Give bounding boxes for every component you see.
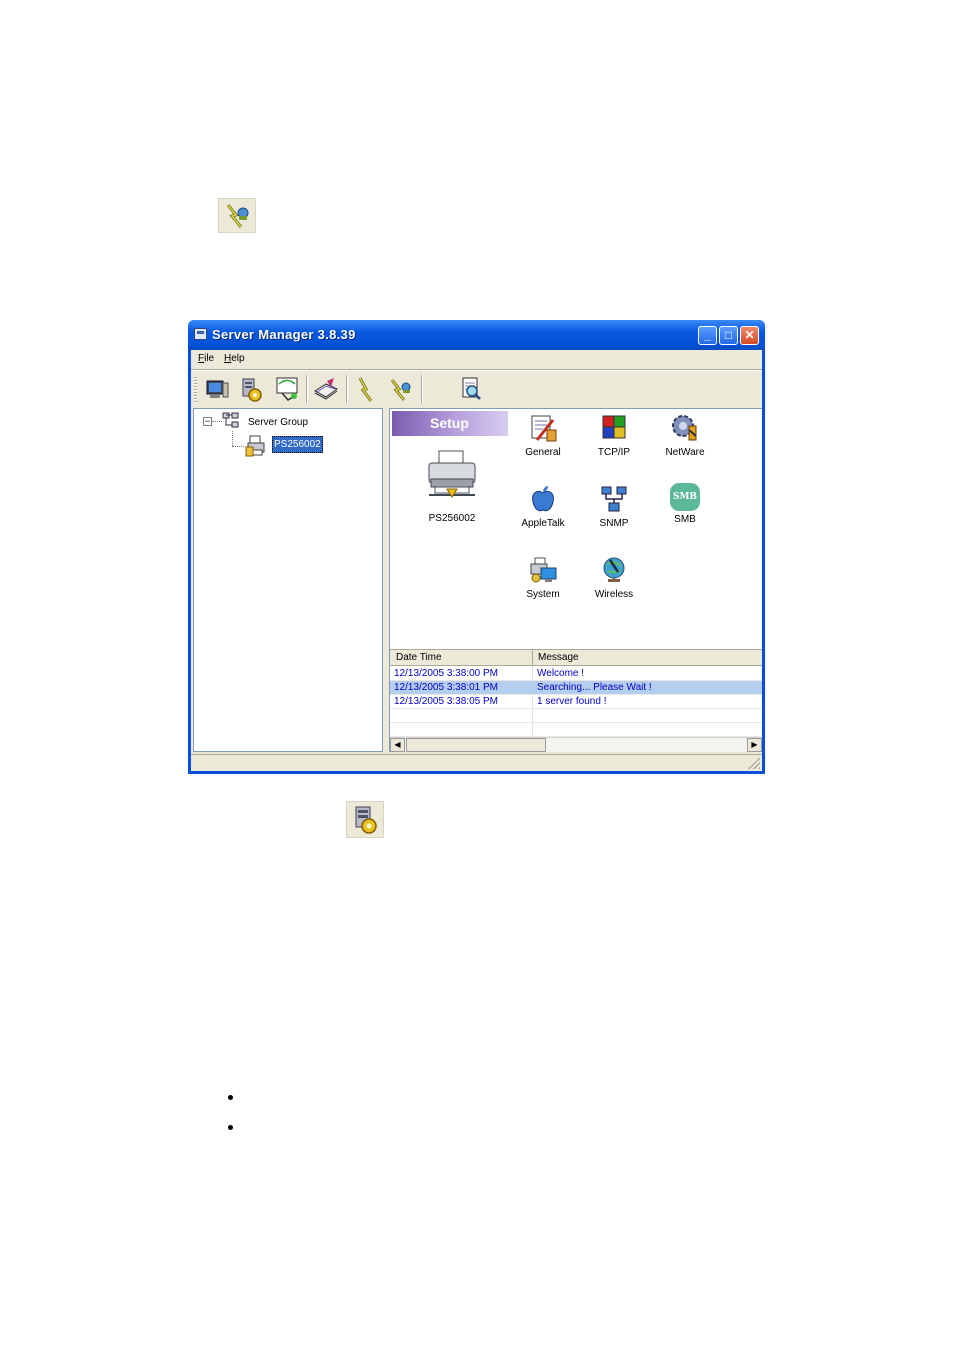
scroll-right-button[interactable]: ▶ — [747, 738, 762, 752]
tree-connector-child — [232, 446, 244, 447]
log-message: Searching... Please Wait ! — [537, 682, 652, 693]
setup-item-label: SMB — [674, 514, 696, 525]
server-gear-icon — [355, 806, 377, 834]
snmp-icon — [601, 486, 627, 512]
system-icon — [530, 557, 557, 583]
setup-item-label: TCP/IP — [597, 447, 631, 458]
setup-item-label: NetWare — [665, 447, 705, 458]
network-search-icon — [276, 377, 298, 401]
toolbar-separator — [306, 375, 308, 403]
setup-pane: Setup PS256002 General TCP/IP NetWare Ap… — [389, 408, 762, 752]
scroll-thumb[interactable] — [406, 738, 546, 752]
log-column-message[interactable]: Message — [538, 652, 579, 663]
log-time: 12/13/2005 3:38:00 PM — [394, 668, 498, 679]
menu-help[interactable]: Help — [224, 353, 245, 364]
bullet-1 — [228, 1095, 233, 1100]
setup-item-wireless[interactable]: Wireless — [583, 554, 645, 600]
setup-item-snmp[interactable]: SNMP — [583, 483, 645, 529]
setup-item-label: General — [525, 447, 561, 458]
setup-item-system[interactable]: System — [512, 554, 574, 600]
server-group-icon — [222, 412, 239, 428]
tree-item-server-group[interactable]: Server Group — [248, 417, 308, 428]
log-row[interactable]: 12/13/2005 3:38:01 PM Searching... Please… — [390, 681, 762, 695]
general-icon — [531, 415, 557, 442]
status-bar — [191, 754, 762, 771]
log-message: 1 server found ! — [537, 696, 607, 707]
computer-toolbar-button[interactable] — [203, 375, 231, 403]
toolbar-grip[interactable] — [194, 377, 197, 403]
log-row-empty — [390, 723, 762, 737]
device-config-icon-sample — [346, 801, 384, 838]
log-time: 12/13/2005 3:38:01 PM — [394, 682, 498, 693]
printer-label: PS256002 — [428, 513, 476, 524]
disconnect-toolbar-button[interactable] — [353, 375, 381, 403]
wireless-icon — [603, 557, 625, 582]
toolbar-separator — [421, 375, 423, 403]
plug-connect-icon — [226, 204, 249, 228]
scroll-left-button[interactable]: ◀ — [390, 738, 405, 752]
resize-grip[interactable] — [748, 757, 760, 769]
server-manager-window: Server Manager 3.8.39 _ □ ✕ File Help − … — [188, 320, 765, 774]
smb-icon: SMB — [670, 483, 700, 511]
setup-item-netware[interactable]: NetWare — [654, 412, 716, 458]
log-row-empty — [390, 709, 762, 723]
log-column-divider[interactable] — [532, 650, 533, 666]
device-config-toolbar-button[interactable] — [237, 375, 265, 403]
setup-banner: Setup — [392, 411, 508, 436]
document-search-icon — [462, 377, 481, 400]
connect-toolbar-icon-sample — [218, 198, 256, 233]
server-gear-icon — [242, 378, 262, 402]
setup-item-tcpip[interactable]: TCP/IP — [583, 412, 645, 458]
log-time: 12/13/2005 3:38:05 PM — [394, 696, 498, 707]
log-header: Date Time Message — [390, 649, 762, 666]
tcpip-icon — [602, 415, 626, 439]
computer-icon — [206, 380, 229, 398]
setup-item-label: SNMP — [599, 518, 629, 529]
window-client: File Help − Server Group PS256002 Setup … — [191, 350, 762, 771]
toolbar-separator — [346, 375, 348, 403]
lightning-disconnect-icon — [358, 377, 373, 402]
setup-item-label: System — [526, 589, 560, 600]
bullet-2 — [228, 1125, 233, 1130]
connect-toolbar-button[interactable] — [387, 375, 415, 403]
setup-item-label: AppleTalk — [521, 518, 565, 529]
window-title: Server Manager 3.8.39 — [212, 327, 356, 342]
menu-bar: File Help — [191, 350, 762, 368]
log-row[interactable]: 12/13/2005 3:38:05 PM 1 server found ! — [390, 695, 762, 709]
tree-item-ps256002[interactable]: PS256002 — [272, 436, 323, 453]
setup-item-smb[interactable]: SMB SMB — [654, 483, 716, 525]
log-row[interactable]: 12/13/2005 3:38:00 PM Welcome ! — [390, 667, 762, 681]
log-horizontal-scrollbar[interactable]: ◀ ▶ — [390, 737, 762, 752]
appletalk-icon — [532, 486, 554, 512]
edit-settings-toolbar-button[interactable] — [312, 375, 340, 403]
log-message: Welcome ! — [537, 668, 585, 679]
printer-icon — [428, 450, 476, 498]
setup-item-general[interactable]: General — [512, 412, 574, 458]
maximize-button[interactable]: □ — [719, 326, 738, 345]
log-column-datetime[interactable]: Date Time — [396, 652, 442, 663]
setup-item-label: Wireless — [594, 589, 634, 600]
netware-icon — [672, 415, 697, 441]
setup-item-appletalk[interactable]: AppleTalk — [512, 483, 574, 529]
server-tree: − Server Group PS256002 — [193, 408, 383, 752]
plug-connect-icon — [390, 379, 411, 401]
title-bar[interactable]: Server Manager 3.8.39 _ □ ✕ — [188, 320, 765, 350]
close-button[interactable]: ✕ — [740, 326, 759, 345]
tree-expander[interactable]: − — [203, 417, 212, 426]
pane-splitter[interactable] — [384, 408, 388, 752]
find-toolbar-button[interactable] — [457, 375, 485, 403]
toolbar — [191, 371, 762, 407]
minimize-button[interactable]: _ — [698, 326, 717, 345]
app-icon — [194, 328, 207, 340]
print-server-icon — [245, 435, 265, 457]
menu-file[interactable]: File — [198, 353, 214, 364]
tree-connector-vertical — [232, 431, 233, 446]
search-network-toolbar-button[interactable] — [274, 375, 302, 403]
notebook-pen-icon — [314, 378, 338, 400]
